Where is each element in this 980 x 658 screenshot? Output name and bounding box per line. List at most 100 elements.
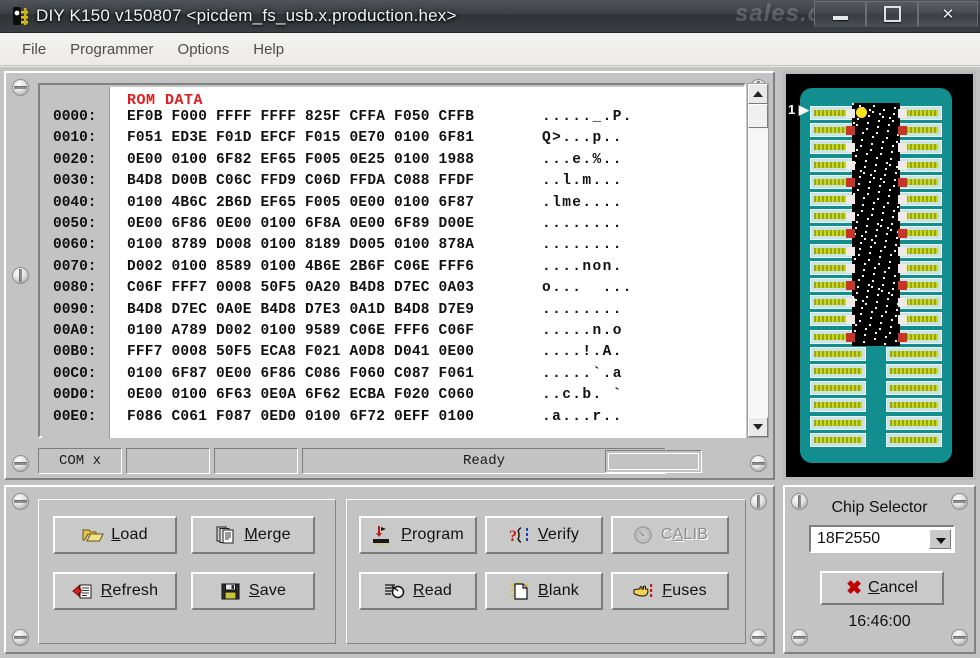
hex-bytes: D002 0100 8589 0100 4B6E 2B6F C06E FFF6 <box>127 258 475 275</box>
refresh-button-label: Refresh <box>100 582 159 599</box>
hex-bytes: 0100 8789 D008 0100 8189 D005 0100 878A <box>127 237 475 254</box>
minimize-button[interactable] <box>814 1 866 27</box>
calib-button-label: CALIB <box>660 526 709 543</box>
hex-viewer[interactable]: ROM DATA 0000: EF0B F000 FFFF FFFF 825F C… <box>38 83 746 438</box>
fuses-button[interactable]: Fuses <box>611 572 729 610</box>
hex-address: 0050: <box>53 216 97 232</box>
cancel-button-label: Cancel <box>868 579 918 596</box>
menu-item-file[interactable]: File <box>10 37 58 62</box>
chip-leg <box>846 263 855 273</box>
merge-button[interactable]: Merge <box>191 516 315 554</box>
screw-cs-bottom-left <box>791 629 808 646</box>
zif-socket-graphic <box>800 88 952 463</box>
menu-item-programmer[interactable]: Programmer <box>58 37 165 62</box>
scroll-down-button[interactable] <box>748 417 768 437</box>
hex-address: 0030: <box>53 173 97 190</box>
svg-text:?: ? <box>509 528 517 545</box>
chip-leg <box>898 229 907 239</box>
hex-row: 00B0: FFF7 0008 50F5 ECA8 F021 A0D8 D041 … <box>42 344 746 365</box>
hex-address: 0080: <box>53 280 97 297</box>
menu-item-options[interactable]: Options <box>166 37 242 62</box>
socket-contact <box>810 398 866 413</box>
socket-contact <box>886 364 942 378</box>
fuses-button-label: Fuses <box>662 582 707 599</box>
chip-selector-value: 18F2550 <box>817 530 881 547</box>
program-button[interactable]: Program <box>359 516 477 554</box>
chip-leg <box>898 143 907 153</box>
file-buttons-group: Load Merge Refresh Save <box>38 499 336 644</box>
verify-button-label: Verify <box>537 526 580 543</box>
hex-ascii: o... ... <box>542 280 633 297</box>
menu-item-help[interactable]: Help <box>241 37 296 62</box>
hex-row: 0080: C06F FFF7 0008 50F5 0A20 B4D8 D7EC … <box>42 280 746 301</box>
maximize-button[interactable] <box>866 1 918 27</box>
pin1-dot-icon <box>856 107 867 118</box>
chevron-down-icon[interactable] <box>929 529 951 549</box>
refresh-button[interactable]: Refresh <box>53 572 177 610</box>
chip-leg <box>846 246 855 256</box>
chip-leg <box>898 281 907 290</box>
hex-ascii: ..l.m... <box>542 173 623 190</box>
hex-rows-container: 0000: EF0B F000 FFFF FFFF 825F CFFA F050 … <box>42 87 746 438</box>
close-button[interactable]: ✕ <box>918 1 978 27</box>
program-button-label: Program <box>401 526 464 543</box>
cancel-button[interactable]: ✖ Cancel <box>820 571 944 605</box>
screw-mid-left <box>12 267 29 284</box>
scrollbar-track[interactable] <box>748 130 768 417</box>
screw-top-left <box>12 79 29 96</box>
chip-leg <box>898 315 907 325</box>
blank-button-label: Blank <box>537 582 580 599</box>
chip-leg <box>898 246 907 256</box>
chip-leg <box>898 195 907 204</box>
status-field-3 <box>214 448 298 474</box>
progress-bar <box>605 450 702 473</box>
socket-contact <box>810 432 866 447</box>
chip-leg <box>898 298 907 308</box>
socket-contact <box>810 346 866 361</box>
hex-ascii: ........ <box>542 301 623 318</box>
hex-bytes: FFF7 0008 50F5 ECA8 F021 A0D8 D041 0E00 <box>127 344 475 361</box>
read-button-label: Read <box>412 582 453 599</box>
hex-row: 0020: 0E00 0100 6F82 EF65 F005 0E25 0100 … <box>42 152 746 173</box>
hex-address: 0010: <box>53 130 97 147</box>
maximize-icon <box>867 2 917 26</box>
hex-bytes: F086 C061 F087 0ED0 0100 6F72 0EFF 0100 <box>127 408 475 425</box>
hex-address: 0020: <box>53 151 97 168</box>
gauge-icon <box>632 525 654 545</box>
chip-leg <box>846 229 855 239</box>
chip-leg <box>898 160 907 170</box>
save-button[interactable]: Save <box>191 572 315 610</box>
blank-button[interactable]: Blank <box>485 572 603 610</box>
caret-down-icon <box>753 424 763 430</box>
verify-button[interactable]: ? Verify <box>485 516 603 554</box>
hex-row: 0000: EF0B F000 FFFF FFFF 825F CFFA F050 … <box>42 109 746 130</box>
scroll-up-button[interactable] <box>748 84 768 104</box>
open-folder-icon <box>82 525 105 545</box>
menu-bar: File Programmer Options Help <box>0 33 980 66</box>
load-button[interactable]: Load <box>53 516 177 554</box>
chip-leg <box>898 332 907 342</box>
hex-ascii: .....n.o <box>542 323 623 339</box>
socket-contact <box>886 381 942 396</box>
status-bar: COM x Ready <box>38 445 746 478</box>
hex-address: 00B0: <box>53 344 97 361</box>
hex-address: 0060: <box>53 237 97 254</box>
chip-leg <box>846 195 855 204</box>
screw-bl-bottom-right <box>750 629 767 646</box>
hex-row: 0050: 0E00 6F86 0E00 0100 6F8A 0E00 6F89 … <box>42 216 746 237</box>
blank-page-icon <box>509 581 531 601</box>
window-title: DIY K150 v150807 <picdem_fs_usb.x.produc… <box>36 6 457 25</box>
chip-selector-dropdown[interactable]: 18F2550 <box>809 525 955 553</box>
client-area: ROM DATA 0000: EF0B F000 FFFF FFFF 825F C… <box>0 67 980 658</box>
hex-bytes: 0100 A789 D002 0100 9589 C06E FFF6 C06F <box>127 323 475 339</box>
hex-scrollbar[interactable] <box>747 83 769 438</box>
zif-socket-panel: 1 ▶ <box>783 71 976 480</box>
socket-contact <box>810 381 866 396</box>
hex-bytes: F051 ED3E F01D EFCF F015 0E70 0100 6F81 <box>127 130 475 147</box>
red-x-icon: ✖ <box>846 577 863 599</box>
read-button[interactable]: Read <box>359 572 477 610</box>
refresh-doc-icon <box>72 581 94 601</box>
hex-bytes: 0E00 6F86 0E00 0100 6F8A 0E00 6F89 D00E <box>127 216 475 232</box>
chip-leg <box>846 315 855 325</box>
scrollbar-thumb[interactable] <box>748 104 768 128</box>
